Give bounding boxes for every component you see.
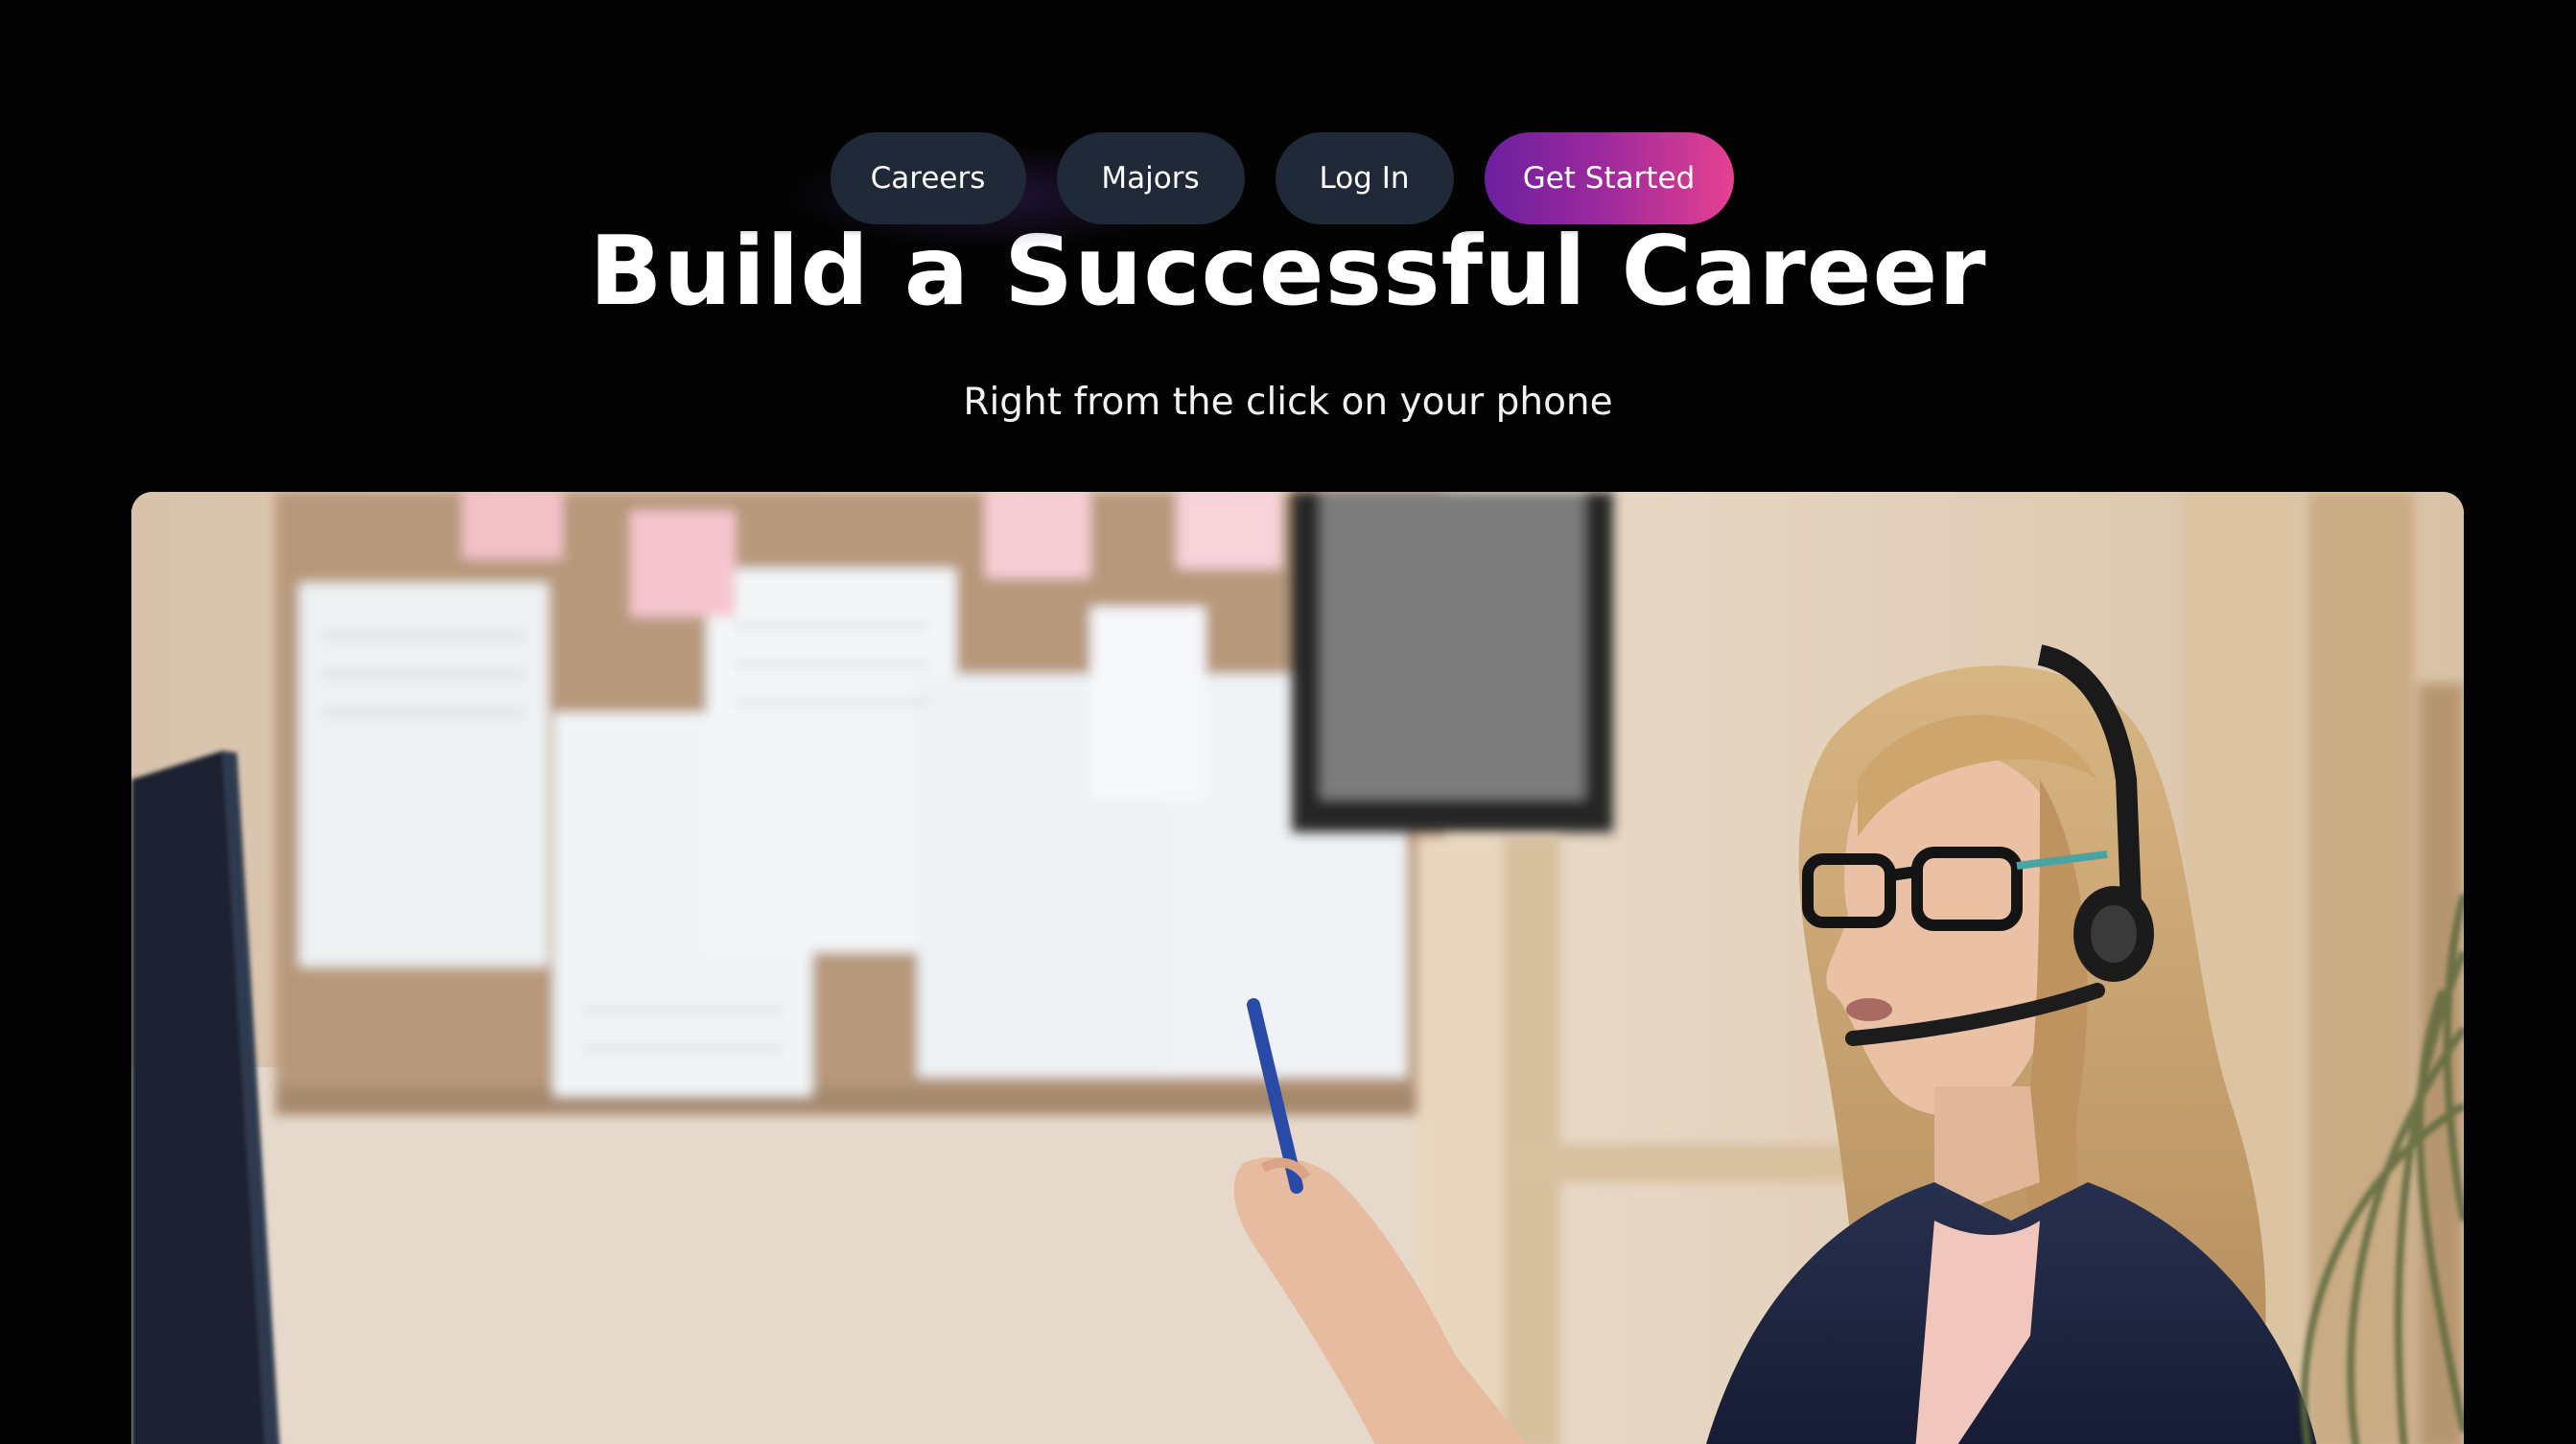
office-scene-image [131, 492, 2464, 1444]
majors-button[interactable]: Majors [1056, 132, 1245, 224]
hero-video[interactable] [131, 492, 2464, 1444]
hero-subtitle: Right from the click on your phone [963, 381, 1613, 424]
landing-page: Build a Successful Career Careers Majors… [0, 0, 2576, 1444]
careers-button[interactable]: Careers [830, 132, 1026, 224]
login-button[interactable]: Log In [1275, 132, 1454, 224]
top-nav: Careers Majors Log In Get Started [0, 132, 2576, 224]
get-started-button[interactable]: Get Started [1484, 132, 1734, 224]
hero-title: Build a Successful Career [589, 215, 1987, 327]
